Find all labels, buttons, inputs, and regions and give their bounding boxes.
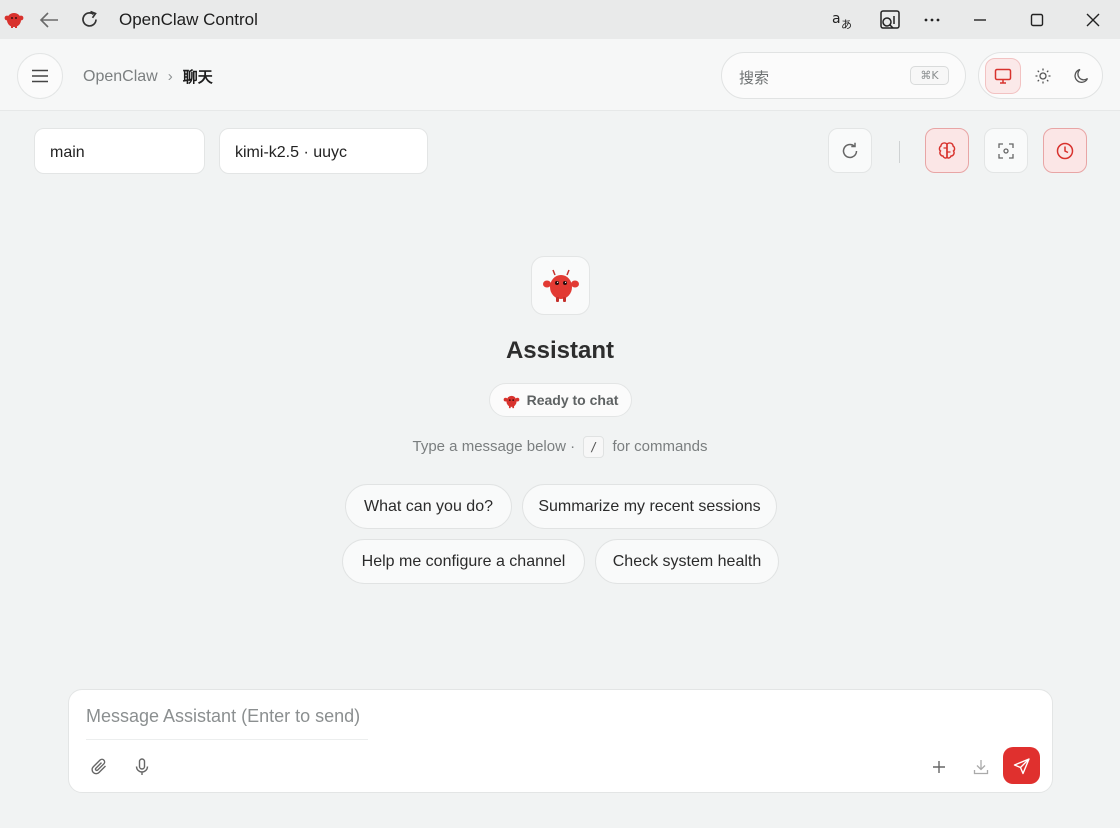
status-text: Ready to chat [526,392,619,408]
theme-dark-button[interactable] [1064,58,1100,94]
app-header: OpenClaw › 聊天 搜索 ⌘K [0,39,1120,111]
download-icon [973,760,989,775]
voice-input-button[interactable] [130,755,154,779]
sun-icon [1035,68,1051,84]
moon-icon [1074,68,1089,83]
message-composer [68,689,1053,793]
focus-frame-icon [998,142,1014,159]
search-shortcut-badge: ⌘K [910,66,949,85]
svg-text:あ: あ [841,18,852,31]
new-chat-button[interactable] [927,755,951,779]
refresh-icon [842,142,858,158]
status-badge: Ready to chat [489,383,632,417]
refresh-button[interactable] [828,128,872,173]
slash-key-badge: / [583,436,605,458]
session-select[interactable]: main [34,128,205,174]
theme-light-button[interactable] [1025,58,1061,94]
paperclip-icon [91,758,106,775]
input-underline [86,739,368,740]
close-icon[interactable] [1081,8,1105,32]
plus-icon [933,761,945,773]
breadcrumb-separator: › [167,68,173,85]
microphone-icon [135,758,149,775]
theme-system-button[interactable] [985,58,1021,94]
hint-text-before: Type a message below · [412,437,576,455]
thinking-toggle-button[interactable] [925,128,969,173]
openclaw-mascot-icon [542,269,579,302]
send-button[interactable] [1003,747,1040,784]
message-input[interactable] [86,706,386,727]
svg-text:a: a [832,11,841,27]
assistant-name: Assistant [505,337,615,364]
openclaw-logo-icon [4,13,24,28]
translate-icon[interactable]: a あ [831,8,855,32]
suggestion-chip[interactable]: Check system health [595,539,779,584]
command-hint: Type a message below · / for commands [0,436,1120,458]
monitor-icon [994,68,1012,84]
send-icon [1013,757,1030,774]
search-box[interactable]: 搜索 ⌘K [721,52,966,99]
controls-divider [899,141,900,163]
hint-text-after: for commands [612,437,708,455]
reader-mode-icon[interactable] [878,8,902,32]
minimize-icon[interactable] [968,8,992,32]
openclaw-mascot-small-icon [503,395,519,408]
menu-button[interactable] [17,53,63,99]
focus-mode-button[interactable] [984,128,1028,173]
window-titlebar: OpenClaw Control a あ [0,0,1120,39]
history-button[interactable] [1043,128,1087,173]
suggestion-chip[interactable]: Summarize my recent sessions [522,484,777,529]
brain-icon [938,141,956,159]
breadcrumb: OpenClaw › 聊天 [83,66,213,87]
more-options-icon[interactable] [920,8,944,32]
attach-button[interactable] [88,755,112,779]
assistant-avatar [531,256,590,315]
window-title: OpenClaw Control [119,10,258,29]
maximize-icon[interactable] [1025,8,1049,32]
model-select[interactable]: kimi-k2.5 · uuyc [219,128,428,174]
hamburger-menu-icon [32,69,48,83]
theme-switcher [978,52,1103,99]
breadcrumb-current: 聊天 [182,68,213,86]
suggestion-chip[interactable]: Help me configure a channel [342,539,585,584]
search-placeholder: 搜索 [739,69,770,87]
reload-icon[interactable] [79,9,100,30]
clock-icon [1056,142,1074,159]
breadcrumb-root[interactable]: OpenClaw [83,68,158,86]
export-button[interactable] [969,755,993,779]
back-arrow-icon[interactable] [38,9,60,31]
suggestion-chip[interactable]: What can you do? [345,484,512,529]
